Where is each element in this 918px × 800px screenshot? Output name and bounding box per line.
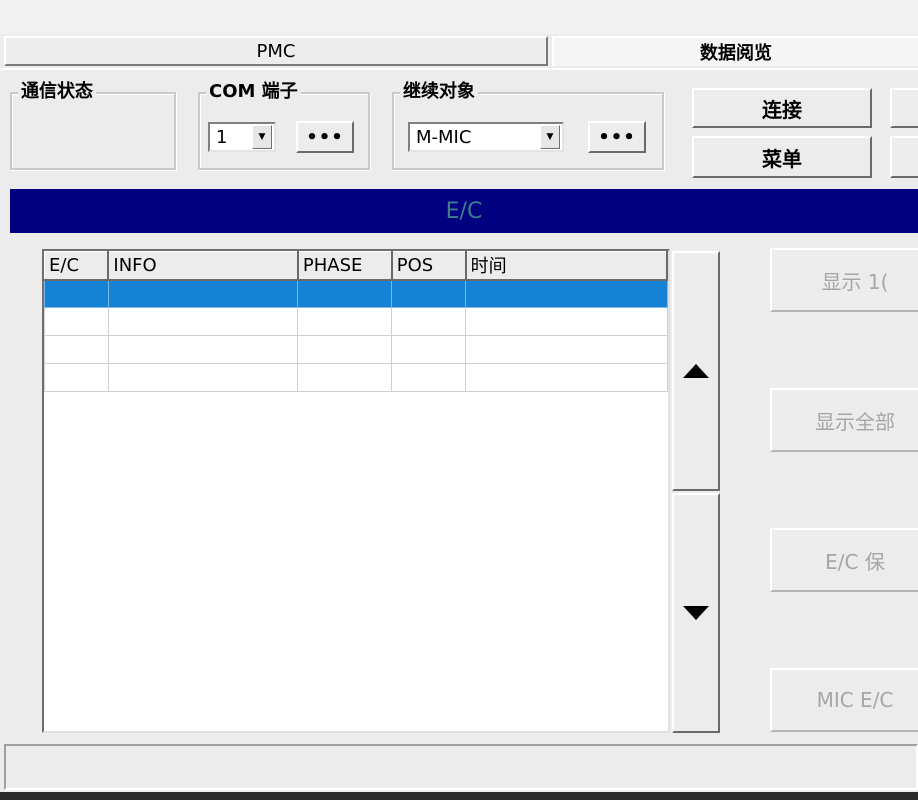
tab-pmc[interactable]: PMC [4,36,548,66]
connect-label: 连接 [762,97,802,122]
tab-divider [0,68,918,70]
extra-button-top[interactable] [890,88,918,128]
table-cell[interactable] [465,363,668,392]
target-legend: 继续对象 [400,80,478,104]
target-group: 继续对象 M-MIC ▼ ••• [392,80,664,170]
comm-status-group: 通信状态 [10,80,176,170]
show-all-button[interactable]: 显示全部 [770,388,918,452]
ec-header-title: E/C [445,198,483,224]
col-header-ec[interactable]: E/C [44,251,110,281]
table-cell[interactable] [44,363,109,392]
target-select[interactable]: M-MIC ▼ [408,122,564,152]
tab-data-view-label: 数据阅览 [700,43,772,64]
table-row[interactable] [44,307,668,336]
table-cell[interactable] [465,279,668,308]
table-cell[interactable] [391,279,467,308]
target-value: M-MIC [416,126,472,148]
table-cell[interactable] [465,335,668,364]
table-cell[interactable] [297,279,393,308]
ec-data-grid[interactable]: E/C INFO PHASE POS 时间 [42,249,670,733]
table-cell[interactable] [391,363,467,392]
com-port-group: COM 端子 1 ▼ ••• [198,80,370,170]
scroll-down-button[interactable] [672,493,720,733]
table-cell[interactable] [297,363,393,392]
table-cell[interactable] [297,335,393,364]
tab-pmc-label: PMC [256,40,296,62]
table-cell[interactable] [391,335,467,364]
table-cell[interactable] [44,279,109,308]
show-all-label: 显示全部 [815,409,895,434]
chevron-down-icon[interactable]: ▼ [540,125,560,149]
table-row[interactable] [44,363,668,392]
com-port-value: 1 [216,126,228,148]
show-10-button[interactable]: 显示 1( [770,248,918,312]
chevron-down-icon[interactable]: ▼ [252,125,272,149]
menu-label: 菜单 [762,146,802,171]
triangle-up-icon [683,364,709,378]
extra-button-bottom[interactable] [890,136,918,178]
menu-button[interactable]: 菜单 [692,136,872,178]
com-port-legend: COM 端子 [206,80,301,104]
com-port-more-button[interactable]: ••• [296,121,354,153]
table-cell[interactable] [391,307,467,336]
title-strip [0,0,918,34]
col-header-time[interactable]: 时间 [465,251,669,281]
table-cell[interactable] [107,279,299,308]
table-cell[interactable] [107,307,299,336]
ec-save-button[interactable]: E/C 保 [770,528,918,592]
table-cell[interactable] [44,335,109,364]
scroll-up-button[interactable] [672,251,720,491]
tab-data-view[interactable]: 数据阅览 [552,36,918,66]
connect-button[interactable]: 连接 [692,88,872,128]
target-more-label: ••• [598,126,636,148]
table-row[interactable] [44,335,668,364]
ec-table: E/C INFO PHASE POS 时间 [44,251,669,392]
table-cell[interactable] [107,363,299,392]
table-cell[interactable] [297,307,393,336]
ec-save-label: E/C 保 [825,549,885,574]
mic-ec-button[interactable]: MIC E/C [770,668,918,732]
col-header-phase[interactable]: PHASE [297,251,393,281]
taskbar-strip [0,792,918,800]
status-bar [4,744,918,790]
col-header-pos[interactable]: POS [391,251,467,281]
triangle-down-icon [683,606,709,620]
table-row[interactable] [44,279,668,308]
table-cell[interactable] [107,335,299,364]
table-cell[interactable] [465,307,668,336]
table-cell[interactable] [44,307,109,336]
show-10-label: 显示 1( [821,269,889,294]
col-header-info[interactable]: INFO [107,251,299,281]
ec-header-bar: E/C [10,189,918,233]
table-header-row: E/C INFO PHASE POS 时间 [44,251,669,281]
comm-status-legend: 通信状态 [18,80,96,104]
com-port-select[interactable]: 1 ▼ [208,122,276,152]
mic-ec-label: MIC E/C [816,688,894,712]
target-more-button[interactable]: ••• [588,121,646,153]
com-port-more-label: ••• [306,126,344,148]
